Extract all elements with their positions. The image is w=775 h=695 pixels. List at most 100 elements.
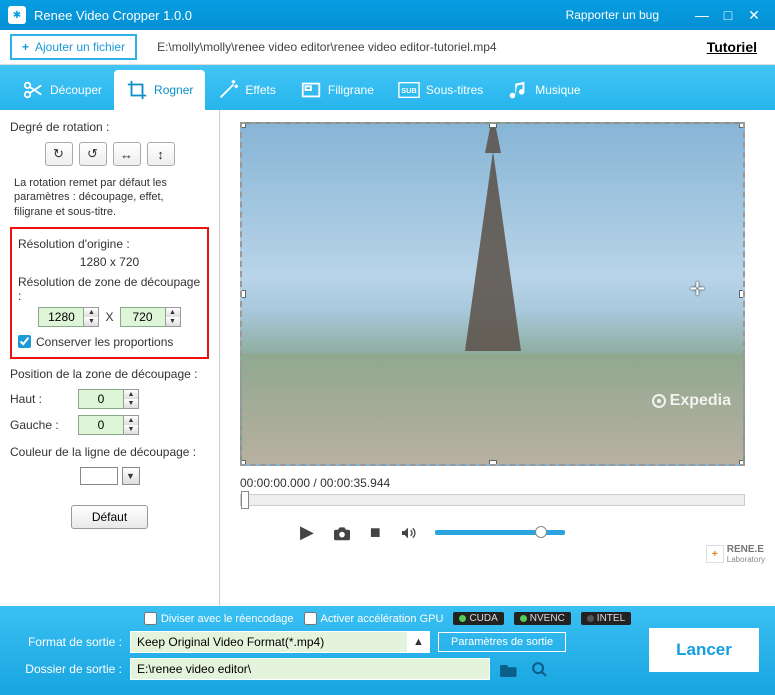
- top-up[interactable]: ▲: [124, 390, 138, 399]
- top-input[interactable]: [78, 389, 124, 409]
- width-input[interactable]: [38, 307, 84, 327]
- orig-res-label: Résolution d'origine :: [18, 237, 201, 251]
- handle-tm[interactable]: [489, 122, 497, 128]
- top-label: Haut :: [10, 392, 70, 406]
- crop-res-label: Résolution de zone de découpage :: [18, 275, 201, 303]
- height-up[interactable]: ▲: [166, 308, 180, 317]
- rotate-cw-button[interactable]: ↻: [45, 142, 73, 166]
- expedia-watermark: Expedia: [652, 392, 731, 410]
- width-stepper[interactable]: ▲▼: [38, 307, 99, 327]
- browse-folder-button[interactable]: [498, 658, 520, 680]
- color-dropdown[interactable]: ▼: [122, 467, 140, 485]
- rotation-note: La rotation remet par défaut les paramèt…: [10, 176, 209, 227]
- playhead[interactable]: [241, 491, 249, 509]
- launch-button[interactable]: Lancer: [649, 628, 759, 672]
- width-up[interactable]: ▲: [84, 308, 98, 317]
- cuda-badge: CUDA: [453, 612, 503, 625]
- handle-tr[interactable]: [739, 122, 745, 128]
- width-down[interactable]: ▼: [84, 317, 98, 326]
- flip-vertical-button[interactable]: ↕: [147, 142, 175, 166]
- default-button[interactable]: Défaut: [71, 505, 148, 529]
- timecode: 00:00:00.000 / 00:00:35.944: [240, 476, 755, 490]
- handle-bm[interactable]: [489, 460, 497, 466]
- handle-mr[interactable]: [739, 290, 745, 298]
- watermark-icon: [300, 79, 322, 101]
- flip-horizontal-button[interactable]: ↔: [113, 142, 141, 166]
- search-folder-button[interactable]: [528, 658, 550, 680]
- snapshot-button[interactable]: [332, 525, 352, 541]
- output-params-button[interactable]: Paramètres de sortie: [438, 632, 566, 652]
- tab-effects-label: Effets: [245, 83, 275, 97]
- maximize-button[interactable]: □: [715, 6, 741, 24]
- tab-cut[interactable]: Découper: [10, 70, 114, 110]
- top-down[interactable]: ▼: [124, 399, 138, 408]
- stop-button[interactable]: ■: [370, 522, 381, 543]
- left-down[interactable]: ▼: [124, 425, 138, 434]
- tab-crop-label: Rogner: [154, 83, 193, 97]
- encode-options: Diviser avec le réencodage Activer accél…: [12, 612, 763, 625]
- gpu-label: Activer accélération GPU: [321, 613, 444, 625]
- gpu-checkbox[interactable]: [304, 612, 317, 625]
- app-logo-icon: ✱: [8, 6, 26, 24]
- rotate-ccw-button[interactable]: ↺: [79, 142, 107, 166]
- play-button[interactable]: ▶: [300, 522, 314, 543]
- position-label: Position de la zone de découpage :: [10, 367, 209, 381]
- plus-icon: +: [22, 40, 29, 54]
- intel-badge: INTEL: [581, 612, 631, 625]
- format-select[interactable]: ▲: [130, 631, 430, 653]
- time-current: 00:00:00.000: [240, 476, 310, 490]
- crop-icon: [126, 79, 148, 101]
- tab-crop[interactable]: Rogner: [114, 70, 205, 110]
- brand-name: RENE.E: [727, 544, 765, 555]
- file-bar: + Ajouter un fichier E:\molly\molly\rene…: [0, 30, 775, 65]
- volume-icon[interactable]: [399, 525, 417, 541]
- orig-res-value: 1280 x 720: [18, 255, 201, 269]
- add-file-button[interactable]: + Ajouter un fichier: [10, 34, 137, 60]
- video-preview[interactable]: ✛ Expedia: [240, 122, 745, 466]
- format-dropdown-arrow[interactable]: ▲: [408, 631, 430, 653]
- tab-cut-label: Découper: [50, 83, 102, 97]
- handle-br[interactable]: [739, 460, 745, 466]
- handle-bl[interactable]: [240, 460, 246, 466]
- preview-area: ✛ Expedia 00:00:00.000 / 00:00:35.944 ▶ …: [220, 110, 775, 606]
- watermark-text: Expedia: [670, 392, 731, 410]
- top-stepper[interactable]: ▲▼: [78, 389, 139, 409]
- tab-effects[interactable]: Effets: [205, 70, 287, 110]
- handle-ml[interactable]: [240, 290, 246, 298]
- keep-ratio-checkbox[interactable]: [18, 335, 31, 348]
- rotation-buttons: ↻ ↺ ↔ ↕: [10, 142, 209, 166]
- tab-subtitles[interactable]: SUB Sous-titres: [386, 70, 495, 110]
- tab-music[interactable]: Musique: [495, 70, 592, 110]
- tutorial-link[interactable]: Tutoriel: [707, 39, 757, 55]
- left-up[interactable]: ▲: [124, 416, 138, 425]
- time-total: 00:00:35.944: [320, 476, 390, 490]
- resolution-panel: Résolution d'origine : 1280 x 720 Résolu…: [10, 227, 209, 359]
- rotation-label: Degré de rotation :: [10, 120, 209, 134]
- bottom-bar: Diviser avec le réencodage Activer accél…: [0, 606, 775, 695]
- playback-controls: ▶ ■: [240, 522, 755, 543]
- height-down[interactable]: ▼: [166, 317, 180, 326]
- divide-checkbox[interactable]: [144, 612, 157, 625]
- volume-thumb[interactable]: [535, 526, 547, 538]
- divide-label: Diviser avec le réencodage: [161, 613, 294, 625]
- tab-watermark[interactable]: Filigrane: [288, 70, 386, 110]
- close-button[interactable]: ✕: [741, 6, 767, 24]
- subtitles-icon: SUB: [398, 79, 420, 101]
- scissors-icon: [22, 79, 44, 101]
- left-stepper[interactable]: ▲▼: [78, 415, 139, 435]
- tab-watermark-label: Filigrane: [328, 83, 374, 97]
- format-input[interactable]: [130, 631, 408, 653]
- timeline[interactable]: [240, 494, 745, 506]
- minimize-button[interactable]: —: [689, 6, 715, 24]
- folder-input[interactable]: [130, 658, 490, 680]
- x-separator: X: [105, 310, 113, 324]
- report-bug-link[interactable]: Rapporter un bug: [566, 8, 659, 22]
- add-file-label: Ajouter un fichier: [35, 40, 125, 54]
- height-input[interactable]: [120, 307, 166, 327]
- color-swatch[interactable]: [80, 467, 118, 485]
- handle-tl[interactable]: [240, 122, 246, 128]
- left-label: Gauche :: [10, 418, 70, 432]
- height-stepper[interactable]: ▲▼: [120, 307, 181, 327]
- volume-slider[interactable]: [435, 530, 565, 535]
- left-input[interactable]: [78, 415, 124, 435]
